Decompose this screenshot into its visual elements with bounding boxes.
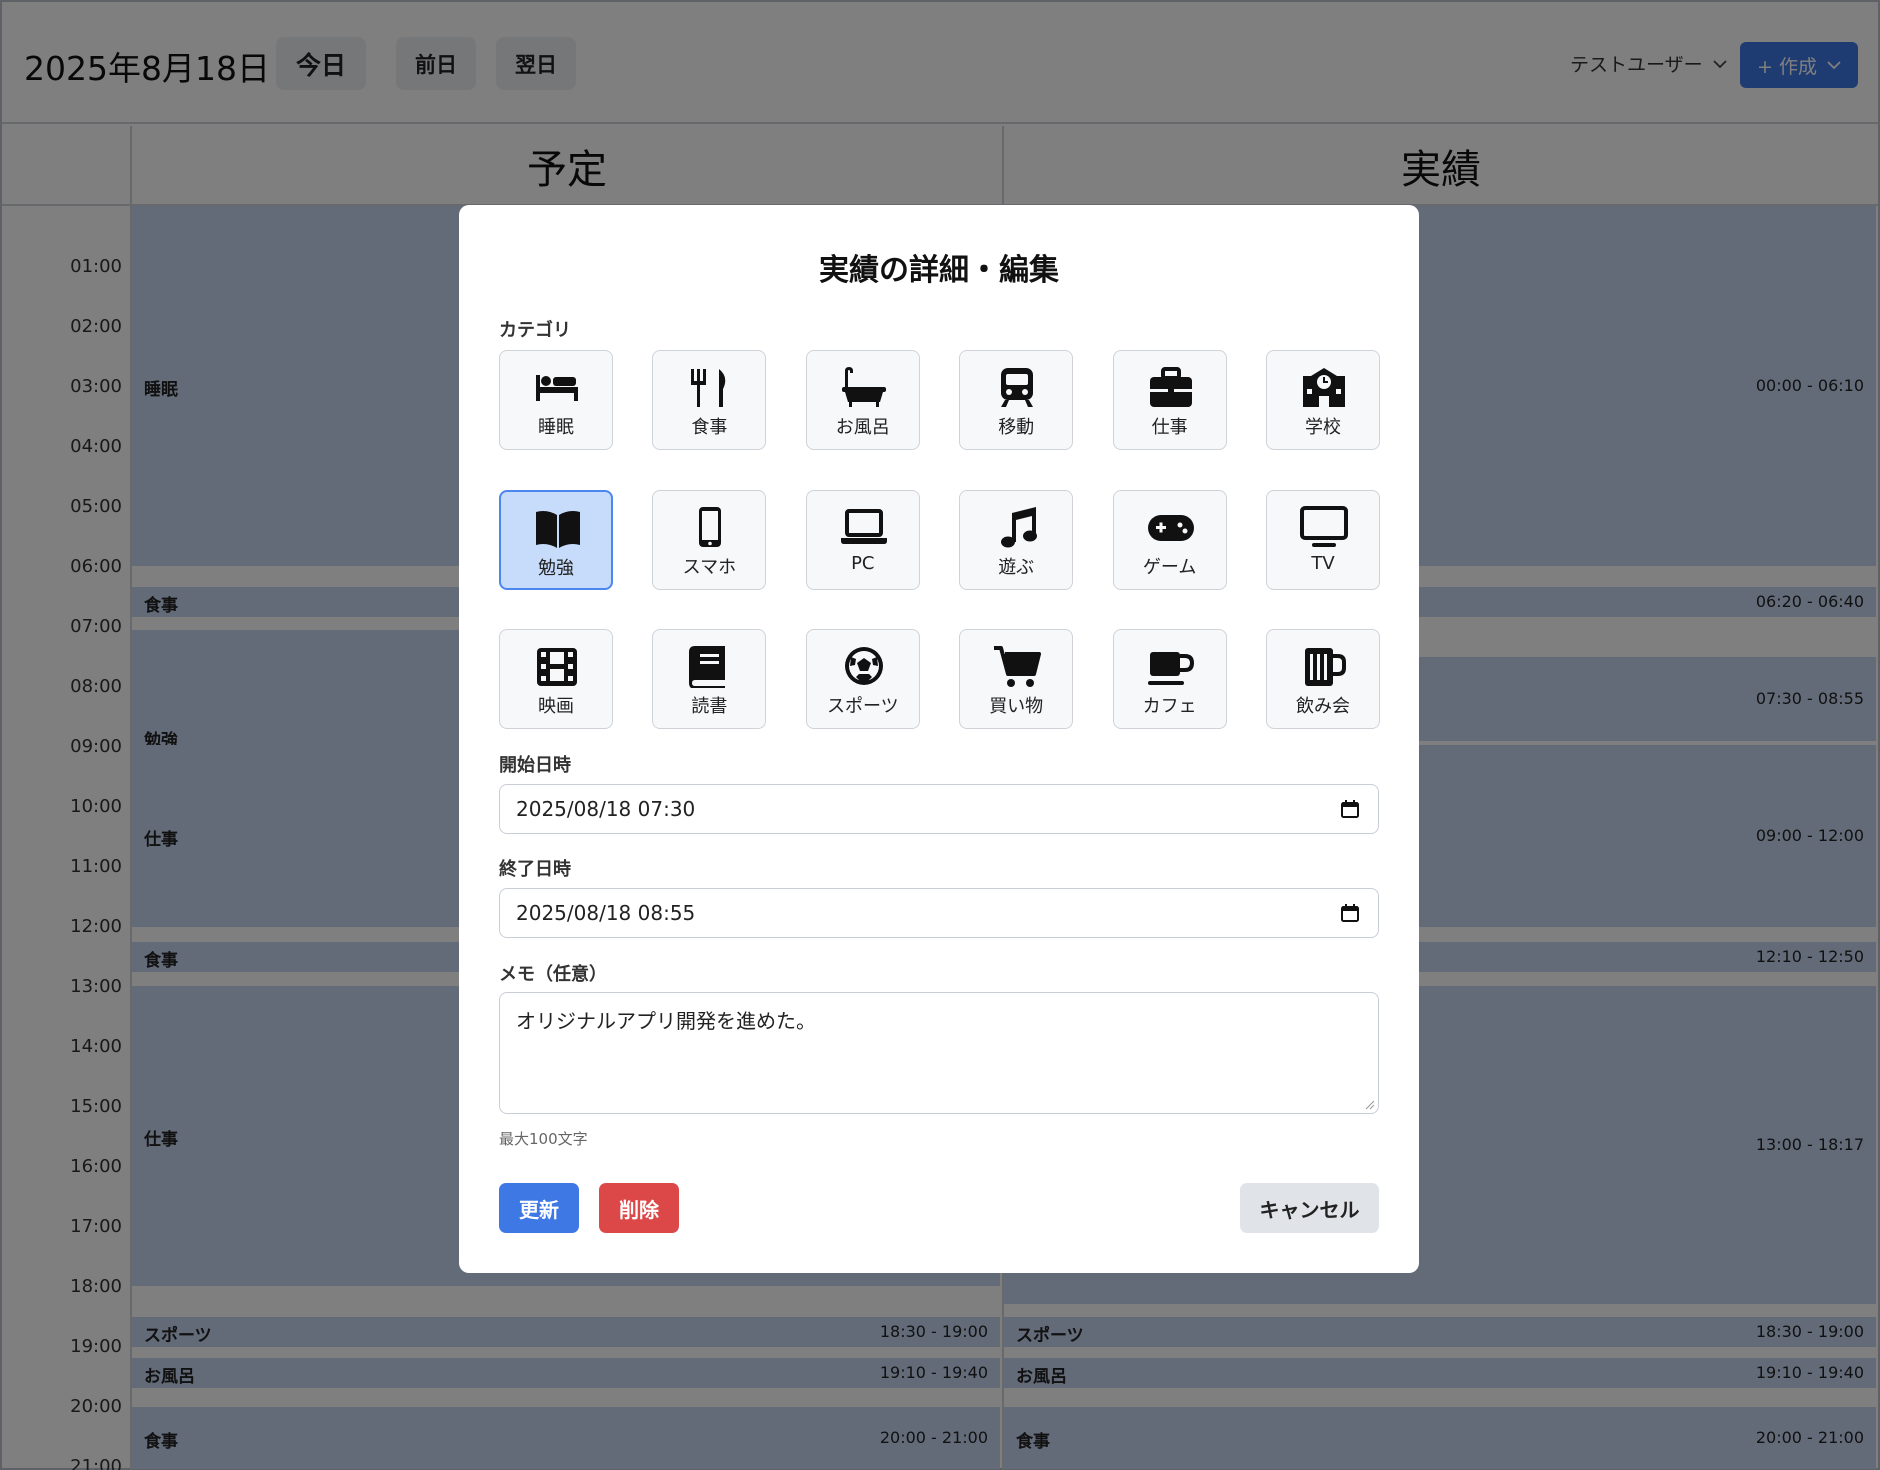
- category-tile[interactable]: スポーツ: [805, 629, 920, 729]
- category-tile[interactable]: 買い物: [959, 629, 1074, 729]
- category-label-text: 移動: [998, 417, 1035, 438]
- music-icon: [1001, 506, 1038, 547]
- utensils-icon: [691, 369, 726, 407]
- tv-icon: [1300, 505, 1348, 547]
- memo-hint: 最大100文字: [499, 1130, 588, 1148]
- category-tile[interactable]: PC: [805, 489, 920, 590]
- school-icon: [1303, 368, 1345, 407]
- category-label-text: 遊ぶ: [998, 556, 1035, 578]
- cart-icon: [994, 646, 1042, 687]
- gamepad-icon: [1147, 514, 1194, 541]
- category-tile[interactable]: 勉強: [499, 489, 613, 590]
- calendar-icon[interactable]: [1340, 903, 1360, 923]
- category-label-text: スマホ: [682, 556, 737, 578]
- category-tile[interactable]: 学校: [1266, 350, 1380, 450]
- calendar-icon[interactable]: [1340, 799, 1360, 819]
- category-label: カテゴリ: [499, 320, 571, 341]
- category-label-text: 睡眠: [538, 417, 574, 438]
- start-datetime-input[interactable]: 2025/08/18 07:30: [499, 784, 1379, 834]
- category-label-text: 仕事: [1151, 417, 1188, 438]
- category-label-text: ゲーム: [1142, 556, 1197, 578]
- category-label-text: TV: [1311, 552, 1335, 574]
- category-tile[interactable]: 飲み会: [1266, 629, 1380, 729]
- briefcase-icon: [1149, 367, 1192, 407]
- category-tile[interactable]: 睡眠: [499, 350, 613, 450]
- category-tile[interactable]: 仕事: [1112, 350, 1227, 450]
- smartphone-icon: [699, 506, 722, 547]
- book-open-icon: [536, 510, 580, 548]
- end-datetime-input[interactable]: 2025/08/18 08:55: [499, 888, 1379, 938]
- category-tile[interactable]: お風呂: [805, 350, 920, 450]
- category-tile[interactable]: ゲーム: [1112, 489, 1227, 590]
- memo-label: メモ（任意）: [499, 964, 607, 985]
- memo-textarea[interactable]: オリジナルアプリ開発を進めた。: [499, 992, 1379, 1114]
- category-label-text: スポーツ: [826, 696, 899, 717]
- category-label-text: 読書: [691, 696, 728, 717]
- update-button[interactable]: 更新: [499, 1183, 579, 1233]
- category-label-text: 買い物: [989, 696, 1044, 717]
- category-label-text: カフェ: [1142, 696, 1197, 717]
- start-datetime-label: 開始日時: [499, 755, 571, 776]
- resize-grip-icon[interactable]: [1365, 1100, 1375, 1110]
- end-datetime-label: 終了日時: [499, 859, 571, 880]
- category-tile[interactable]: 遊ぶ: [959, 489, 1074, 590]
- category-tile[interactable]: カフェ: [1112, 629, 1227, 729]
- category-tile[interactable]: 移動: [959, 350, 1074, 450]
- soccer-ball-icon: [844, 647, 883, 685]
- category-label-text: 飲み会: [1296, 696, 1350, 717]
- laptop-icon: [840, 508, 887, 544]
- book-icon: [689, 646, 726, 688]
- beer-mug-icon: [1305, 648, 1346, 686]
- cancel-button[interactable]: キャンセル: [1240, 1183, 1379, 1233]
- film-icon: [537, 648, 577, 686]
- category-label-text: 食事: [691, 417, 728, 438]
- category-tile[interactable]: 食事: [652, 350, 767, 450]
- category-label-text: 学校: [1305, 417, 1341, 438]
- category-label-text: 勉強: [538, 557, 574, 579]
- category-label-text: 映画: [538, 696, 574, 717]
- category-label-text: PC: [851, 552, 875, 574]
- memo-value: オリジナルアプリ開発を進めた。: [516, 1009, 816, 1033]
- train-icon: [1001, 368, 1034, 407]
- category-tile[interactable]: 読書: [652, 629, 767, 729]
- category-label-text: お風呂: [835, 417, 890, 438]
- category-tile[interactable]: TV: [1266, 489, 1380, 590]
- start-datetime-value: 2025/08/18 07:30: [516, 797, 696, 821]
- category-tile[interactable]: スマホ: [652, 489, 767, 590]
- dialog-title: 実績の詳細・編集: [819, 253, 1059, 288]
- category-tile[interactable]: 映画: [499, 629, 613, 729]
- bath-icon: [841, 367, 886, 407]
- bed-icon: [536, 375, 578, 401]
- coffee-icon: [1147, 652, 1194, 685]
- delete-button[interactable]: 削除: [599, 1183, 679, 1233]
- edit-actual-dialog: 実績の詳細・編集 カテゴリ 睡眠 食事 お風呂 移動 仕事 学校勉強 スマホ PC 遊ぶ ゲーム T…: [459, 205, 1419, 1273]
- end-datetime-value: 2025/08/18 08:55: [516, 901, 696, 925]
